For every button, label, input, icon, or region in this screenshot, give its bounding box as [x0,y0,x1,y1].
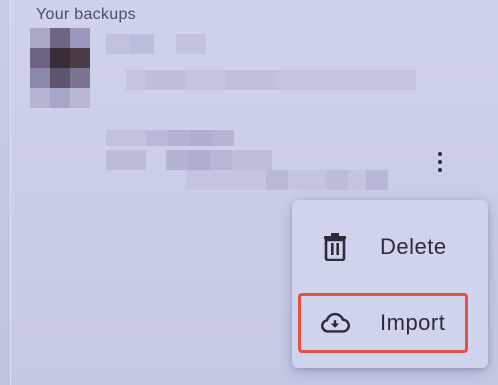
backup-item-redacted[interactable] [26,24,416,194]
menu-item-delete[interactable]: Delete [292,217,488,277]
import-highlight-box [298,293,468,353]
section-title: Your backups [36,6,136,23]
more-options-icon[interactable] [426,145,454,179]
menu-item-delete-label: Delete [380,234,447,259]
trash-icon [320,232,350,262]
